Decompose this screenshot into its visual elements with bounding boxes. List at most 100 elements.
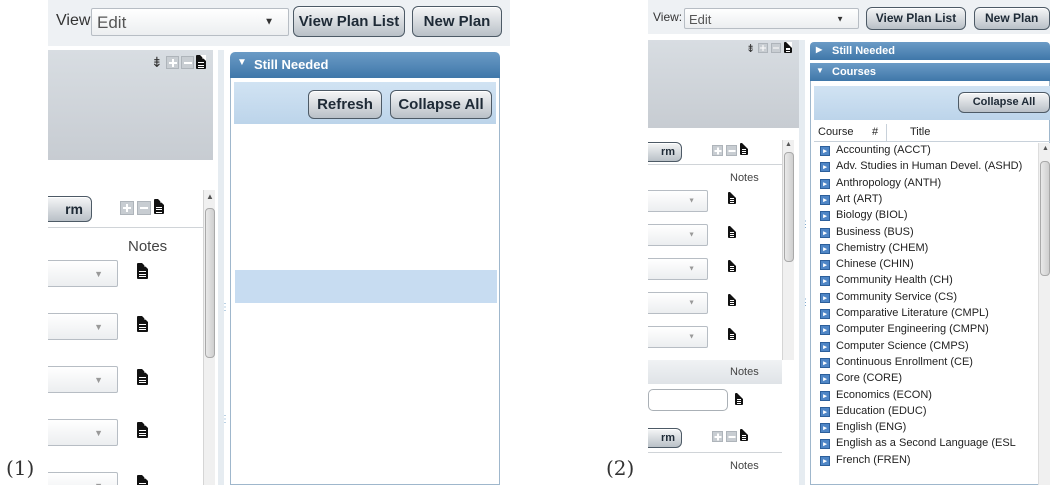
- document-icon[interactable]: [728, 226, 736, 238]
- term-course-select[interactable]: ▼: [648, 326, 708, 348]
- document-icon[interactable]: [728, 328, 736, 340]
- document-icon[interactable]: [728, 192, 736, 204]
- term-button[interactable]: rm: [648, 142, 682, 162]
- document-icon[interactable]: [728, 294, 736, 306]
- expand-icon[interactable]: ▸: [820, 423, 830, 434]
- add-icon[interactable]: [166, 56, 179, 69]
- add-icon[interactable]: [120, 201, 134, 215]
- view-plan-list-button[interactable]: View Plan List: [866, 7, 966, 30]
- sort-icon[interactable]: ⇟: [746, 42, 755, 55]
- expand-icon[interactable]: ▸: [820, 292, 830, 303]
- new-plan-button[interactable]: New Plan: [412, 6, 502, 37]
- view-select[interactable]: Edit ▼: [91, 8, 289, 36]
- term-course-select[interactable]: ▼: [48, 419, 118, 446]
- course-subject-item[interactable]: ▸ Chemistry (CHEM): [818, 242, 1038, 258]
- term-button[interactable]: rm: [648, 428, 682, 448]
- term-course-select[interactable]: ▼: [648, 292, 708, 314]
- term-course-select[interactable]: ▼: [648, 258, 708, 280]
- remove-icon[interactable]: [726, 145, 737, 156]
- column-number[interactable]: #: [872, 126, 878, 138]
- term-course-select[interactable]: ▼: [48, 260, 118, 287]
- collapse-all-button[interactable]: Collapse All: [958, 92, 1050, 113]
- course-subject-item[interactable]: ▸ English (ENG): [818, 421, 1038, 437]
- remove-icon[interactable]: [726, 431, 737, 442]
- view-plan-list-button[interactable]: View Plan List: [293, 6, 405, 37]
- course-subject-item[interactable]: ▸ Adv. Studies in Human Devel. (ASHD): [818, 160, 1038, 176]
- new-plan-button[interactable]: New Plan: [974, 7, 1050, 30]
- expand-icon[interactable]: ▸: [820, 260, 830, 271]
- term-course-select[interactable]: ▼: [648, 224, 708, 246]
- still-needed-header[interactable]: ▼ Still Needed: [230, 52, 500, 78]
- note-input[interactable]: [648, 389, 728, 411]
- add-icon[interactable]: [712, 145, 723, 156]
- grip-icon[interactable]: ⋮: [801, 298, 810, 307]
- document-icon[interactable]: [154, 199, 164, 214]
- document-icon[interactable]: [137, 369, 148, 385]
- scroll-up-icon[interactable]: ▲: [1042, 145, 1049, 152]
- course-subject-item[interactable]: ▸ Community Health (CH): [818, 274, 1038, 290]
- splitter[interactable]: [799, 40, 805, 485]
- document-icon[interactable]: [137, 475, 148, 485]
- remove-icon[interactable]: [137, 201, 151, 215]
- plan-scrollbar[interactable]: ▲: [782, 140, 794, 360]
- course-subject-item[interactable]: ▸ Continuous Enrollment (CE): [818, 356, 1038, 372]
- course-subject-item[interactable]: ▸ Art (ART): [818, 193, 1038, 209]
- expand-icon[interactable]: ▸: [820, 243, 830, 254]
- term-button[interactable]: rm: [48, 196, 92, 222]
- scroll-up-icon[interactable]: ▲: [206, 192, 214, 201]
- term-course-select[interactable]: ▼: [48, 472, 118, 485]
- course-subject-item[interactable]: ▸ Community Service (CS): [818, 291, 1038, 307]
- expand-icon[interactable]: ▸: [820, 439, 830, 450]
- term-course-select[interactable]: ▼: [648, 190, 708, 212]
- course-subject-item[interactable]: ▸ English as a Second Language (ESL: [818, 437, 1038, 453]
- selected-row-highlight[interactable]: [235, 270, 497, 303]
- view-select[interactable]: Edit ▼: [684, 8, 859, 29]
- courses-scrollbar[interactable]: ▲: [1038, 143, 1050, 485]
- grip-icon[interactable]: ⋮: [220, 415, 230, 425]
- expand-icon[interactable]: ▸: [820, 357, 830, 368]
- expand-icon[interactable]: ▸: [820, 341, 830, 352]
- expand-icon[interactable]: ▸: [820, 276, 830, 287]
- grip-icon[interactable]: ⋮: [220, 303, 230, 313]
- document-icon[interactable]: [137, 263, 148, 279]
- expand-icon[interactable]: ▸: [820, 325, 830, 336]
- course-subject-item[interactable]: ▸ Computer Engineering (CMPN): [818, 323, 1038, 339]
- document-icon[interactable]: [196, 55, 206, 69]
- scroll-up-icon[interactable]: ▲: [785, 141, 792, 148]
- expand-icon[interactable]: ▸: [820, 309, 830, 319]
- add-icon[interactable]: [758, 43, 768, 53]
- document-icon[interactable]: [740, 429, 748, 441]
- course-subject-item[interactable]: ▸ Education (EDUC): [818, 405, 1038, 421]
- expand-icon[interactable]: ▸: [820, 211, 830, 222]
- expand-icon[interactable]: ▸: [820, 146, 830, 156]
- plan-scrollbar[interactable]: ▲: [203, 190, 215, 485]
- term-course-select[interactable]: ▼: [48, 366, 118, 393]
- course-subject-item[interactable]: ▸ Economics (ECON): [818, 389, 1038, 405]
- refresh-button[interactable]: Refresh: [308, 90, 382, 119]
- column-course[interactable]: Course: [818, 126, 853, 138]
- term-course-select[interactable]: ▼: [48, 313, 118, 340]
- scroll-thumb[interactable]: [205, 208, 215, 358]
- sort-icon[interactable]: ⇟: [151, 55, 163, 70]
- document-icon[interactable]: [137, 316, 148, 332]
- scroll-thumb[interactable]: [784, 152, 794, 262]
- column-title[interactable]: Title: [910, 126, 930, 138]
- course-subject-item[interactable]: ▸ French (FREN): [818, 454, 1038, 470]
- collapse-all-button[interactable]: Collapse All: [390, 90, 492, 119]
- expand-icon[interactable]: ▸: [820, 227, 830, 238]
- document-icon[interactable]: [735, 393, 743, 405]
- course-subject-item[interactable]: ▸ Computer Science (CMPS): [818, 340, 1038, 356]
- remove-icon[interactable]: [771, 43, 781, 53]
- grip-icon[interactable]: ⋮: [801, 220, 810, 229]
- add-icon[interactable]: [712, 431, 723, 442]
- remove-icon[interactable]: [181, 56, 194, 69]
- expand-icon[interactable]: ▸: [820, 194, 830, 205]
- document-icon[interactable]: [728, 260, 736, 272]
- still-needed-header[interactable]: ▶ Still Needed: [810, 42, 1050, 60]
- course-subject-item[interactable]: ▸ Chinese (CHIN): [818, 258, 1038, 274]
- course-subject-item[interactable]: ▸ Anthropology (ANTH): [818, 177, 1038, 193]
- expand-icon[interactable]: ▸: [820, 406, 830, 417]
- document-icon[interactable]: [740, 143, 748, 155]
- course-subject-item[interactable]: ▸ Business (BUS): [818, 226, 1038, 242]
- course-subject-item[interactable]: ▸ Core (CORE): [818, 372, 1038, 388]
